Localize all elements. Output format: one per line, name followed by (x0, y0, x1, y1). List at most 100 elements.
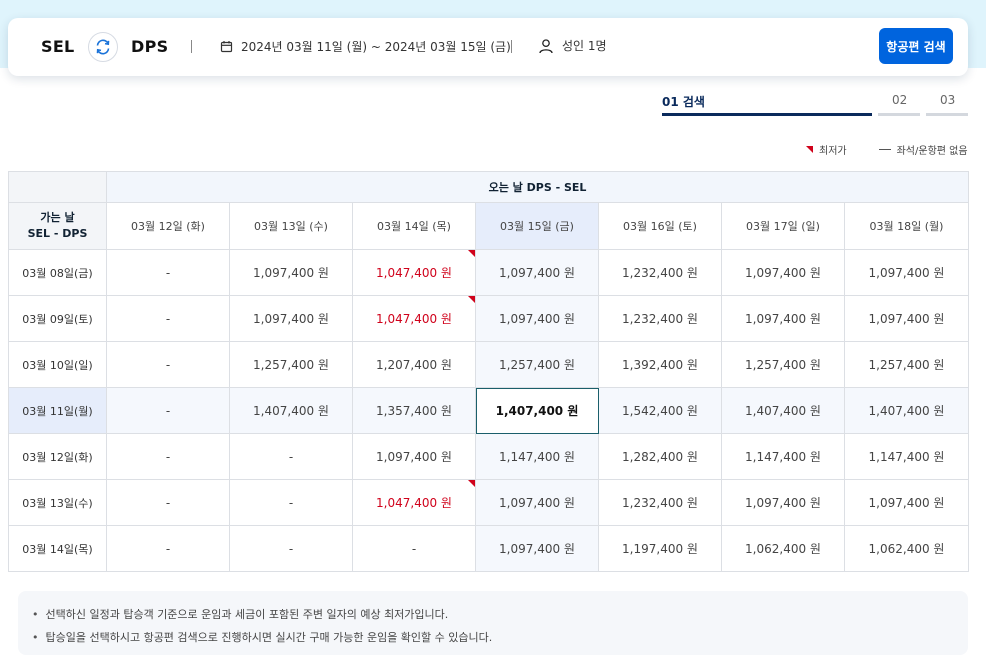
lowest-price-marker-icon (806, 146, 813, 153)
fare-cell[interactable]: 1,257,400 원 (843, 341, 970, 388)
fare-cell[interactable]: 1,407,400 원 (229, 387, 353, 434)
depart-date-header[interactable]: 03월 12일(화) (8, 433, 107, 480)
fare-cell-unavailable: - (106, 525, 230, 572)
depart-date-header[interactable]: 03월 10일(일) (8, 341, 107, 388)
fare-cell[interactable]: 1,097,400 원 (229, 249, 353, 296)
fare-cell-unavailable: - (106, 433, 230, 480)
step-1-bar (662, 113, 872, 116)
fare-row: 03월 11일(월) -1,407,400 원 1,357,400 원 1,407,4… (8, 387, 970, 434)
fare-cell[interactable]: 1,232,400 원 (598, 295, 722, 342)
fare-cell[interactable]: 1,097,400 원 (352, 433, 476, 480)
return-date-header[interactable]: 03월 17일 (일) (721, 202, 845, 250)
fare-cell[interactable]: 1,097,400 원 (475, 249, 599, 296)
flight-search-bar: SEL DPS 2024년 03월 11일 (월) ~ 2024년 03월 15… (8, 18, 968, 76)
origin-airport[interactable]: SEL (41, 37, 75, 56)
return-date-header[interactable]: 03월 12일 (화) (106, 202, 230, 250)
fare-cell[interactable]: 1,097,400 원 (475, 479, 599, 526)
date-range-selector[interactable]: 2024년 03월 11일 (월) ~ 2024년 03월 15일 (금) (220, 38, 511, 55)
fare-cell[interactable]: 1,147,400 원 (843, 433, 970, 480)
fare-cell-unavailable: - (106, 479, 230, 526)
fare-cell[interactable]: 1,392,400 원 (598, 341, 722, 388)
fare-row: 03월 09일(토) -1,097,400 원 1,047,400 원 1,097,4… (8, 295, 970, 342)
depart-date-header[interactable]: 03월 08일(금) (8, 249, 107, 296)
fare-cell-unavailable: - (106, 295, 230, 342)
fare-cell[interactable]: 1,357,400 원 (352, 387, 476, 434)
fare-cell[interactable]: 1,232,400 원 (598, 479, 722, 526)
date-range-text: 2024년 03월 11일 (월) ~ 2024년 03월 15일 (금) (241, 40, 511, 54)
return-date-header[interactable]: 03월 15일 (금) (475, 202, 599, 250)
fare-calendar-grid: 오는 날 DPS - SEL 가는 날 SEL - DPS 03월 12일 (화… (8, 171, 970, 572)
depart-date-header[interactable]: 03월 14일(목) (8, 525, 107, 572)
fare-cell[interactable]: 1,097,400 원 (475, 525, 599, 572)
fare-cell[interactable]: 1,047,400 원 (352, 479, 476, 526)
depart-date-header[interactable]: 03월 13일(수) (8, 479, 107, 526)
swap-route-button[interactable] (88, 32, 118, 62)
fare-cell[interactable]: 1,257,400 원 (721, 341, 845, 388)
fare-cell[interactable]: 1,047,400 원 (352, 249, 476, 296)
calendar-icon (220, 41, 233, 53)
fare-cell-unavailable: - (106, 341, 230, 388)
fare-cell[interactable]: 1,097,400 원 (843, 295, 970, 342)
swap-icon (96, 39, 110, 55)
fare-cell-unavailable: - (229, 433, 353, 480)
return-date-header[interactable]: 03월 14일 (목) (352, 202, 476, 250)
fare-cell[interactable]: 1,147,400 원 (721, 433, 845, 480)
fare-cell[interactable]: 1,062,400 원 (721, 525, 845, 572)
fare-cell[interactable]: 1,097,400 원 (721, 479, 845, 526)
depart-date-header[interactable]: 03월 09일(토) (8, 295, 107, 342)
fare-cell[interactable]: 1,407,400 원 (475, 387, 599, 434)
note-item: 탑승일을 선택하시고 항공편 검색으로 진행하시면 실시간 구매 가능한 운임을… (32, 626, 954, 649)
passenger-selector[interactable]: 성인 1명 (538, 37, 607, 54)
grid-corner (8, 171, 107, 203)
fare-cell[interactable]: 1,257,400 원 (475, 341, 599, 388)
step-2-bar (878, 113, 920, 116)
fare-row: 03월 14일(목) - - -1,097,400 원 1,197,400 원 1,062… (8, 525, 970, 572)
fare-cell-unavailable: - (229, 479, 353, 526)
legend-lowest-label: 최저가 (819, 146, 847, 157)
search-flights-button[interactable]: 항공편 검색 (879, 28, 953, 64)
step-3: 03 (940, 93, 956, 107)
fare-cell[interactable]: 1,097,400 원 (721, 249, 845, 296)
return-date-header[interactable]: 03월 16일 (토) (598, 202, 722, 250)
fare-cell[interactable]: 1,097,400 원 (721, 295, 845, 342)
step-1: 01 검색 (662, 95, 705, 109)
fare-cell[interactable]: 1,232,400 원 (598, 249, 722, 296)
fare-row: 03월 10일(일) -1,257,400 원 1,207,400 원 1,257,4… (8, 341, 970, 388)
fare-notes: 선택하신 일정과 탑승객 기준으로 운임과 세금이 포함된 주변 일자의 예상 … (18, 591, 968, 655)
step-2: 02 (892, 93, 908, 107)
fare-cell[interactable]: 1,207,400 원 (352, 341, 476, 388)
fare-cell-unavailable: - (352, 525, 476, 572)
fare-cell[interactable]: 1,407,400 원 (721, 387, 845, 434)
note-item: 선택하신 일정과 탑승객 기준으로 운임과 세금이 포함된 주변 일자의 예상 … (32, 603, 954, 626)
fare-row: 03월 12일(화) - -1,097,400 원 1,147,400 원 1,282,… (8, 433, 970, 480)
fare-cell[interactable]: 1,097,400 원 (229, 295, 353, 342)
fare-cell[interactable]: 1,062,400 원 (843, 525, 970, 572)
depart-header-line1: 가는 날 (40, 211, 75, 224)
fare-cell[interactable]: 1,407,400 원 (843, 387, 970, 434)
fare-cell[interactable]: 1,542,400 원 (598, 387, 722, 434)
fare-cell[interactable]: 1,257,400 원 (229, 341, 353, 388)
fare-cell-unavailable: - (106, 387, 230, 434)
passenger-count: 성인 1명 (562, 39, 607, 53)
fare-cell[interactable]: 1,197,400 원 (598, 525, 722, 572)
return-date-header[interactable]: 03월 18일 (월) (843, 202, 970, 250)
destination-airport[interactable]: DPS (131, 37, 168, 56)
fare-cell[interactable]: 1,282,400 원 (598, 433, 722, 480)
divider (191, 40, 192, 53)
return-date-header[interactable]: 03월 13일 (수) (229, 202, 353, 250)
depart-date-header[interactable]: 03월 11일(월) (8, 387, 107, 434)
fare-row: 03월 08일(금) -1,097,400 원 1,047,400 원 1,097,4… (8, 249, 970, 296)
fare-cell[interactable]: 1,097,400 원 (843, 479, 970, 526)
fare-cell[interactable]: 1,097,400 원 (843, 249, 970, 296)
fare-cell[interactable]: 1,147,400 원 (475, 433, 599, 480)
depart-header-line2: SEL - DPS (27, 227, 88, 240)
fare-cell[interactable]: 1,047,400 원 (352, 295, 476, 342)
fare-row: 03월 13일(수) - -1,047,400 원 1,097,400 원 1,232,… (8, 479, 970, 526)
fare-cell[interactable]: 1,097,400 원 (475, 295, 599, 342)
return-header: 오는 날 DPS - SEL (105, 171, 970, 203)
divider (511, 40, 512, 53)
depart-header: 가는 날 SEL - DPS (8, 202, 107, 250)
step-indicator: 01 검색 02 03 (662, 93, 968, 117)
step-3-bar (926, 113, 968, 116)
fare-cell-unavailable: - (106, 249, 230, 296)
